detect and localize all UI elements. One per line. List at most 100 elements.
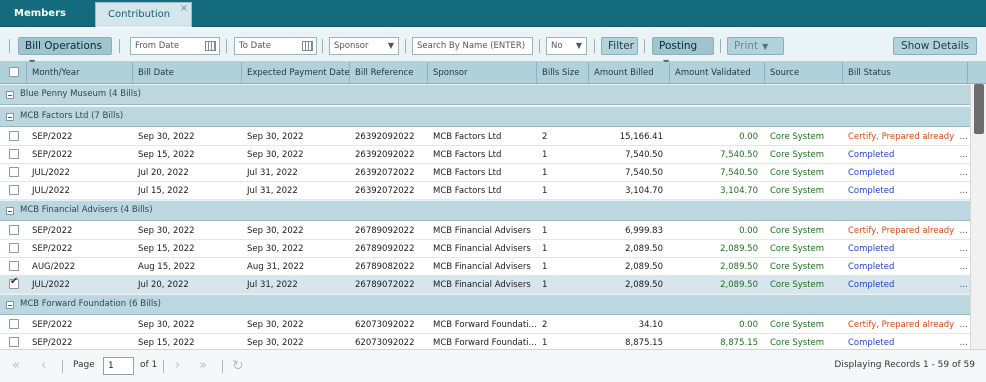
col-amount-validated[interactable]: Amount Validated: [670, 62, 765, 84]
collapse-icon[interactable]: [6, 91, 14, 99]
cell-bill-reference: 26392092022: [355, 150, 415, 160]
cell-bill-status: Completed: [848, 186, 895, 196]
cell-bill-date: Sep 15, 2022: [138, 338, 195, 348]
row-checkbox[interactable]: [9, 225, 19, 235]
row-checkbox[interactable]: [9, 185, 19, 195]
row-menu-icon[interactable]: ...: [959, 334, 968, 349]
chevron-down-icon: ▼: [575, 41, 582, 50]
row-menu-icon[interactable]: ...: [959, 240, 968, 258]
table-row[interactable]: SEP/2022 Sep 30, 2022 Sep 30, 2022 62073092…: [0, 316, 970, 334]
tab-members-links[interactable]: Members Links: [2, 2, 94, 43]
row-checkbox[interactable]: [9, 149, 19, 159]
group-header[interactable]: MCB Financial Advisers (4 Bills): [0, 200, 970, 221]
group-label: MCB Forward Foundation (6 Bills): [20, 299, 161, 309]
first-page-icon[interactable]: «: [12, 358, 20, 374]
row-menu-icon[interactable]: ...: [959, 222, 968, 240]
cell-amount-billed: 8,875.15: [625, 338, 663, 348]
cell-month-year: JUL/2022: [32, 168, 70, 178]
row-checkbox[interactable]: [9, 261, 19, 271]
refresh-icon[interactable]: ↻: [232, 358, 244, 374]
row-menu-icon[interactable]: ...: [959, 258, 968, 276]
previous-page-icon[interactable]: ‹: [41, 358, 46, 374]
cell-bills-size: 1: [542, 280, 548, 290]
table-row[interactable]: SEP/2022 Sep 15, 2022 Sep 30, 2022 26392092…: [0, 146, 970, 164]
row-menu-icon[interactable]: ...: [959, 164, 968, 182]
page-number-input[interactable]: 1: [103, 357, 134, 375]
cell-amount-validated: 7,540.50: [720, 150, 758, 160]
to-date-field[interactable]: To Date: [234, 37, 317, 55]
table-row[interactable]: AUG/2022 Aug 15, 2022 Aug 31, 2022 26789082…: [0, 258, 970, 276]
table-row[interactable]: JUL/2022 Jul 20, 2022 Jul 31, 2022 26392072…: [0, 164, 970, 182]
table-row[interactable]: SEP/2022 Sep 15, 2022 Sep 30, 2022 62073092…: [0, 334, 970, 349]
calendar-icon[interactable]: [302, 41, 313, 51]
col-bill-reference[interactable]: Bill Reference: [350, 62, 428, 84]
row-checkbox[interactable]: [9, 337, 19, 347]
collapse-icon[interactable]: [6, 113, 14, 121]
cell-sponsor: MCB Financial Advisers: [433, 280, 531, 290]
col-bill-status[interactable]: Bill Status: [843, 62, 968, 84]
cell-bill-reference: 62073092022: [355, 338, 415, 348]
no-select[interactable]: No ▼: [546, 37, 587, 55]
next-page-icon[interactable]: ›: [175, 358, 180, 374]
cell-month-year: JUL/2022: [32, 280, 70, 290]
col-sponsor[interactable]: Sponsor: [428, 62, 537, 84]
col-bills-size[interactable]: Bills Size: [537, 62, 589, 84]
col-source[interactable]: Source: [765, 62, 843, 84]
show-details-button[interactable]: Show Details: [893, 37, 977, 55]
col-amount-billed[interactable]: Amount Billed: [589, 62, 670, 84]
button-label: Filter: [608, 40, 635, 52]
cell-bill-reference: 26789082022: [355, 262, 415, 272]
cell-expected-payment-date: Sep 30, 2022: [247, 226, 304, 236]
tab-contribution-bills[interactable]: Contribution Bills ×: [95, 0, 192, 44]
cell-amount-validated: 0.00: [739, 132, 758, 142]
row-menu-icon[interactable]: ...: [959, 128, 968, 146]
collapse-icon[interactable]: [6, 301, 14, 309]
last-page-icon[interactable]: »: [199, 358, 207, 374]
cell-bill-status: Completed: [848, 168, 895, 178]
grid-header: Month/Year Bill Date Expected Payment Da…: [0, 62, 986, 84]
table-row[interactable]: SEP/2022 Sep 15, 2022 Sep 30, 2022 26789092…: [0, 240, 970, 258]
col-expected-payment-date[interactable]: Expected Payment Date: [242, 62, 350, 84]
row-menu-icon[interactable]: ...: [959, 182, 968, 200]
group-header[interactable]: MCB Factors Ltd (7 Bills): [0, 106, 970, 127]
row-menu-icon[interactable]: ...: [959, 316, 968, 334]
cell-expected-payment-date: Sep 30, 2022: [247, 132, 304, 142]
table-row[interactable]: JUL/2022 Jul 15, 2022 Jul 31, 2022 26392072…: [0, 182, 970, 200]
cell-amount-billed: 7,540.50: [625, 150, 663, 160]
cell-bill-reference: 26392072022: [355, 168, 415, 178]
row-checkbox[interactable]: [9, 243, 19, 253]
group-label: Blue Penny Museum (4 Bills): [20, 89, 141, 99]
row-menu-icon[interactable]: ...: [959, 276, 968, 294]
cell-sponsor: MCB Financial Advisers: [433, 262, 531, 272]
toolbar-separator: [539, 39, 540, 53]
row-menu-icon[interactable]: ...: [959, 146, 968, 164]
table-row[interactable]: JUL/2022 Jul 20, 2022 Jul 31, 2022 26789072…: [0, 276, 970, 294]
col-month-year[interactable]: Month/Year: [27, 62, 133, 84]
group-header[interactable]: MCB Forward Foundation (6 Bills): [0, 294, 970, 315]
print-button[interactable]: Print ▼: [727, 37, 784, 55]
cell-bill-reference: 26789092022: [355, 226, 415, 236]
cell-sponsor: MCB Forward Foundati...: [433, 320, 537, 330]
row-checkbox[interactable]: [9, 276, 19, 289]
posting-button[interactable]: Posting▼: [652, 37, 714, 67]
col-bill-date[interactable]: Bill Date: [133, 62, 242, 84]
filter-button[interactable]: Filter: [601, 37, 638, 55]
close-icon[interactable]: ×: [180, 0, 188, 21]
row-checkbox[interactable]: [9, 319, 19, 329]
select-all-checkbox[interactable]: [9, 67, 19, 77]
table-row[interactable]: SEP/2022 Sep 30, 2022 Sep 30, 2022 26392092…: [0, 128, 970, 146]
chevron-down-icon: ▼: [762, 42, 769, 51]
calendar-icon[interactable]: [205, 41, 216, 51]
table-row[interactable]: SEP/2022 Sep 30, 2022 Sep 30, 2022 26789092…: [0, 222, 970, 240]
scrollbar-thumb[interactable]: [974, 84, 984, 134]
row-checkbox[interactable]: [9, 167, 19, 177]
collapse-icon[interactable]: [6, 207, 14, 215]
vertical-scrollbar[interactable]: [970, 84, 986, 349]
cell-bills-size: 1: [542, 338, 548, 348]
search-input[interactable]: Search By Name (ENTER): [412, 37, 533, 55]
group-header[interactable]: Blue Penny Museum (4 Bills): [0, 84, 970, 105]
bill-operations-button[interactable]: Bill Operations▼: [18, 37, 112, 67]
from-date-field[interactable]: From Date: [130, 37, 220, 55]
sponsor-select[interactable]: Sponsor ▼: [329, 37, 399, 55]
row-checkbox[interactable]: [9, 131, 19, 141]
